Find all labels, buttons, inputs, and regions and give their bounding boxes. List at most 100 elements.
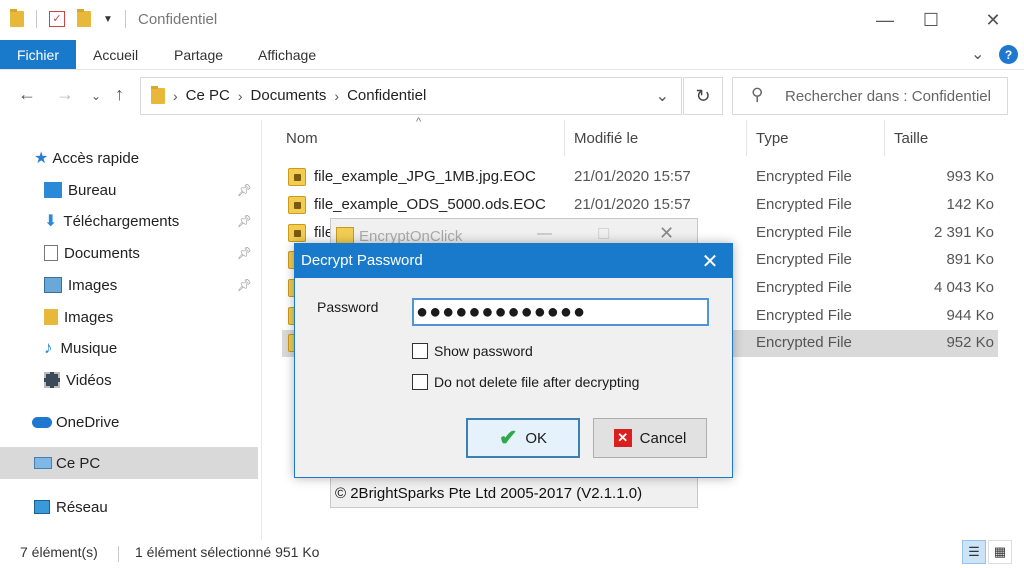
- expand-ribbon-icon[interactable]: ⌄: [971, 44, 984, 64]
- file-date: 21/01/2020 15:57: [574, 196, 691, 213]
- minimize-button[interactable]: —: [862, 0, 908, 40]
- sidebar-item-telechargements[interactable]: ⬇ Téléchargements 📌︎: [44, 206, 258, 236]
- sidebar-item-label: Ce PC: [56, 454, 101, 472]
- sidebar-item-label: Accès rapide: [52, 149, 140, 167]
- ok-button[interactable]: ✔ OK: [466, 418, 580, 458]
- search-input[interactable]: ⚲ Rechercher dans : Confidentiel: [732, 77, 1008, 115]
- sidebar-item-acces-rapide[interactable]: ★ Accès rapide: [34, 143, 258, 173]
- file-size: 944 Ko: [946, 307, 994, 324]
- tab-affichage[interactable]: Affichage: [258, 47, 316, 63]
- item-count: 7 élément(s): [20, 544, 98, 560]
- sidebar-item-label: Vidéos: [66, 371, 112, 389]
- decrypt-password-dialog: Decrypt Password ✕ Password ●●●●●●●●●●●●…: [294, 243, 733, 478]
- selection-info: 1 élément sélectionné 951 Ko: [135, 544, 320, 560]
- large-icons-view-icon[interactable]: ▦: [988, 540, 1012, 564]
- cancel-button[interactable]: ✕ Cancel: [593, 418, 707, 458]
- encrypted-file-icon: [288, 168, 306, 186]
- file-name: file_example_ODS_5000.ods.EOC: [314, 196, 546, 213]
- password-input[interactable]: ●●●●●●●●●●●●●: [412, 298, 709, 326]
- maximize-button[interactable]: ☐: [908, 0, 954, 40]
- sidebar-item-ce-pc[interactable]: Ce PC: [0, 447, 258, 479]
- folder-icon: [44, 309, 58, 325]
- dialog-close-button[interactable]: ✕: [688, 244, 732, 278]
- file-size: 142 Ko: [946, 196, 994, 213]
- checkbox-label: Do not delete file after decrypting: [434, 374, 640, 390]
- tab-accueil[interactable]: Accueil: [93, 47, 138, 63]
- column-header-type[interactable]: Type: [756, 130, 789, 147]
- divider: [564, 120, 565, 156]
- breadcrumb-ce-pc[interactable]: Ce PC: [186, 87, 230, 104]
- address-dropdown-icon[interactable]: ⌄: [656, 86, 669, 106]
- checkbox-box[interactable]: [412, 374, 428, 390]
- pin-icon: 📌︎: [236, 246, 252, 260]
- file-row[interactable]: file_example_JPG_1MB.jpg.EOC 21/01/2020 …: [282, 164, 998, 191]
- search-placeholder: Rechercher dans : Confidentiel: [785, 88, 991, 105]
- dialog-title-bar: Decrypt Password ✕: [295, 244, 732, 278]
- column-header-name[interactable]: Nom: [286, 130, 318, 147]
- view-toggle: ☰ ▦: [962, 540, 1012, 566]
- file-type: Encrypted File: [756, 334, 852, 351]
- file-type: Encrypted File: [756, 196, 852, 213]
- details-view-icon[interactable]: ☰: [962, 540, 986, 564]
- search-icon: ⚲: [751, 85, 764, 104]
- file-size: 952 Ko: [946, 334, 994, 351]
- breadcrumb-documents[interactable]: Documents: [251, 87, 327, 104]
- close-button[interactable]: ✕: [659, 223, 674, 244]
- encrypted-file-icon: [288, 224, 306, 242]
- file-row[interactable]: file_example_ODS_5000.ods.EOC 21/01/2020…: [282, 192, 998, 219]
- tab-partage[interactable]: Partage: [174, 47, 223, 63]
- help-button[interactable]: ?: [999, 45, 1018, 64]
- checkmark-icon: ✔: [498, 425, 518, 450]
- sidebar-item-reseau[interactable]: Réseau: [34, 492, 258, 522]
- encrypted-file-icon: [288, 196, 306, 214]
- divider: [124, 10, 126, 28]
- file-name: file_example_JPG_1MB.jpg.EOC: [314, 168, 536, 185]
- divider: [746, 120, 747, 156]
- sidebar-item-bureau[interactable]: Bureau 📌︎: [44, 175, 258, 205]
- sidebar-item-musique[interactable]: ♪ Musique: [44, 333, 258, 363]
- sidebar-item-onedrive[interactable]: OneDrive: [32, 407, 258, 437]
- dialog-title: Decrypt Password: [301, 252, 423, 269]
- file-size: 993 Ko: [946, 168, 994, 185]
- file-size: 2 391 Ko: [933, 224, 994, 241]
- back-arrow-icon[interactable]: ←: [18, 84, 36, 105]
- no-delete-checkbox[interactable]: Do not delete file after decrypting: [412, 374, 639, 390]
- show-password-checkbox[interactable]: Show password: [412, 343, 533, 359]
- recent-locations-icon[interactable]: ⌄: [91, 89, 101, 103]
- sidebar-item-label: OneDrive: [56, 413, 120, 431]
- properties-icon[interactable]: ✓: [49, 11, 65, 27]
- title-bar: ✓ ▼ Confidentiel — ☐ ✕: [0, 0, 1024, 40]
- refresh-button[interactable]: ↻: [683, 77, 723, 115]
- checkbox-box[interactable]: [412, 343, 428, 359]
- customize-dropdown-icon[interactable]: ▼: [103, 14, 113, 25]
- ok-label: OK: [525, 429, 548, 447]
- sidebar-item-label: Musique: [60, 339, 118, 357]
- refresh-icon: ↻: [695, 85, 711, 106]
- up-arrow-icon[interactable]: ↑: [115, 84, 124, 105]
- star-icon: ★: [34, 150, 49, 167]
- network-icon: [34, 500, 50, 514]
- new-folder-icon[interactable]: [77, 9, 91, 27]
- forward-arrow-icon[interactable]: →: [56, 84, 74, 105]
- pin-icon: 📌︎: [236, 183, 252, 197]
- close-button[interactable]: ✕: [970, 0, 1016, 40]
- file-type: Encrypted File: [756, 168, 852, 185]
- maximize-button[interactable]: ☐: [597, 225, 610, 243]
- column-header-modified[interactable]: Modifié le: [574, 130, 638, 147]
- pin-icon: 📌︎: [236, 278, 252, 292]
- address-bar[interactable]: › Ce PC › Documents › Confidentiel ⌄: [140, 77, 682, 115]
- sidebar-item-videos[interactable]: Vidéos: [44, 365, 258, 395]
- column-header-size[interactable]: Taille: [894, 130, 928, 147]
- computer-icon: [34, 457, 52, 469]
- sidebar-item-documents[interactable]: Documents 📌︎: [44, 238, 258, 268]
- status-bar: 7 élément(s) 1 élément sélectionné 951 K…: [0, 540, 1024, 568]
- navigation-pane: ★ Accès rapide Bureau 📌︎ ⬇ Téléchargemen…: [0, 120, 262, 540]
- minimize-button[interactable]: —: [537, 225, 552, 242]
- chevron-right-icon: ›: [173, 87, 178, 104]
- sidebar-item-images-pinned[interactable]: Images 📌︎: [44, 270, 258, 300]
- breadcrumb-confidentiel[interactable]: Confidentiel: [347, 87, 426, 104]
- file-date: 21/01/2020 15:57: [574, 168, 691, 185]
- tab-fichier[interactable]: Fichier: [0, 40, 76, 69]
- divider: [118, 546, 119, 562]
- sidebar-item-images[interactable]: Images: [44, 302, 258, 332]
